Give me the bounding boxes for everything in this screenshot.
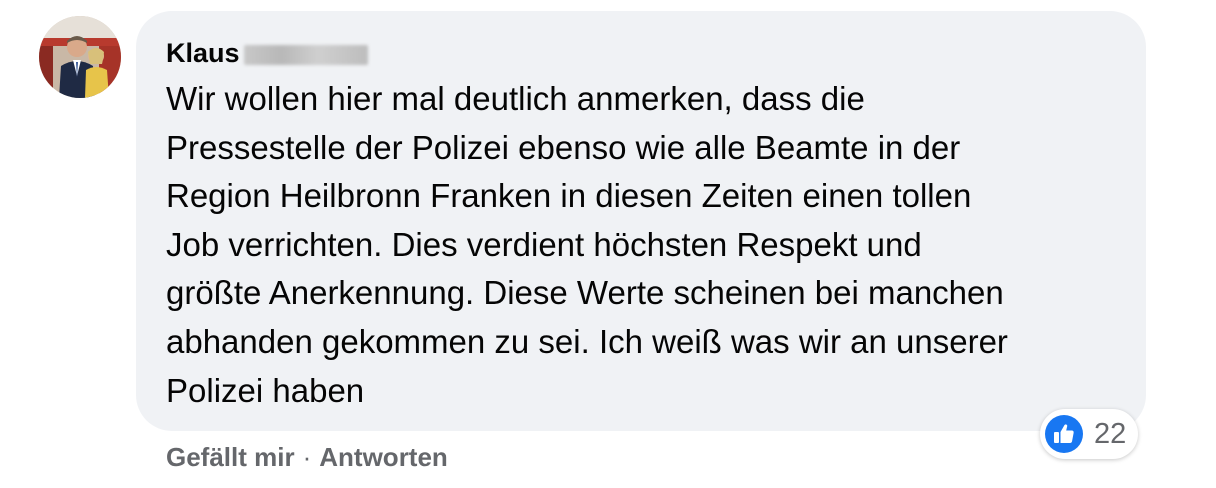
action-separator: ·: [302, 442, 312, 472]
comment-actions: Gefällt mir · Antworten: [166, 437, 448, 477]
comment-text: Wir wollen hier mal deutlich anmerken, d…: [166, 80, 1008, 409]
author-row: Klaus: [166, 35, 368, 71]
reaction-count: 22: [1094, 418, 1127, 450]
reaction-summary[interactable]: 22: [1040, 409, 1138, 459]
redacted-surname: [243, 45, 368, 65]
like-button[interactable]: Gefällt mir: [166, 437, 295, 477]
author-name[interactable]: Klaus: [166, 35, 240, 71]
avatar[interactable]: [39, 16, 121, 98]
thumbs-up-icon: [1045, 415, 1083, 453]
reply-button[interactable]: Antworten: [319, 437, 448, 477]
comment-bubble: Klaus Wir wollen hier mal deutlich anmer…: [136, 11, 1146, 431]
avatar-photo: [39, 16, 121, 98]
comment: Klaus Wir wollen hier mal deutlich anmer…: [0, 0, 1216, 488]
